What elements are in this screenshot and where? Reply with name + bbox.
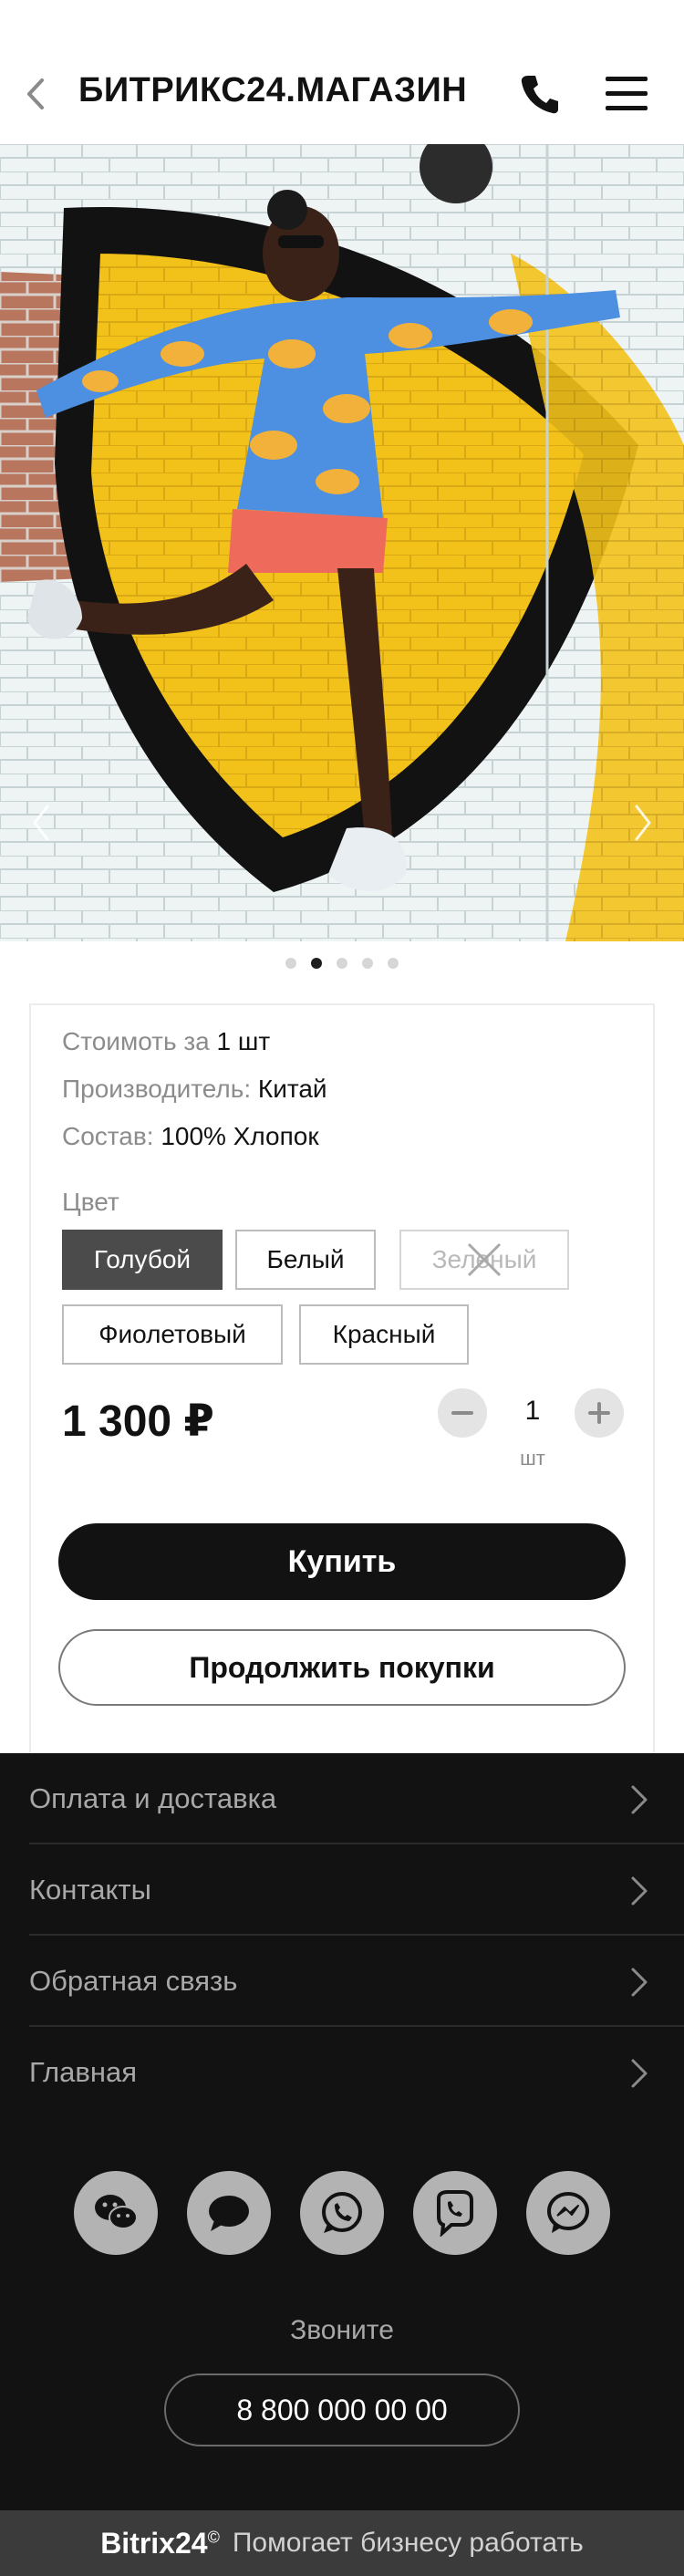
product-card: Стоимоть за 1 шт Производитель: Китай Со… [29,1003,655,1755]
site-footer: Оплата и доставка Контакты Обратная связ… [0,1753,684,2510]
chat-bubble-icon[interactable] [187,2171,271,2255]
color-label: Цвет [62,1188,119,1216]
bitrix24-logo-text: Bitrix24 [100,2526,208,2560]
footer-nav-home[interactable]: Главная [29,2027,684,2118]
color-option-label: Фиолетовый [98,1320,246,1348]
gallery-dot-active[interactable] [311,958,322,969]
unavailable-cross-icon [467,1242,502,1277]
whatsapp-icon[interactable] [300,2171,384,2255]
viber-icon[interactable] [413,2171,497,2255]
call-label: Звоните [290,2315,394,2345]
chevron-left-icon[interactable] [24,77,49,111]
property-label: Стоимоть за [62,1027,210,1055]
property-value: 100% Хлопок [161,1122,319,1150]
powered-by-bar[interactable]: Bitrix24© Помогает бизнесу работать [0,2510,684,2576]
footer-nav-label: Оплата и доставка [29,1782,277,1814]
gallery-next-icon[interactable] [629,803,657,843]
product-photo [0,144,684,941]
phone-number-button[interactable]: 8 800 000 00 00 [164,2373,520,2446]
color-option-blue[interactable]: Голубой [62,1230,223,1290]
gallery-dot[interactable] [362,958,373,969]
quantity-increase-button[interactable] [575,1388,624,1438]
bitrix24-logo-mark: © [207,2527,220,2546]
quantity-value[interactable]: 1 [496,1396,569,1427]
brand-title[interactable]: БИТРИКС24.МАГАЗИН [78,71,467,110]
app-header: БИТРИКС24.МАГАЗИН [0,0,684,144]
hamburger-menu-icon[interactable] [606,75,648,111]
color-option-label: Белый [266,1245,345,1273]
gallery-dot[interactable] [285,958,296,969]
bitrix24-logo: Bitrix24© [100,2527,220,2560]
property-label: Состав: [62,1122,154,1150]
phone-icon[interactable] [520,73,560,115]
property-value: 1 шт [216,1027,271,1055]
product-gallery[interactable] [0,144,684,941]
gallery-prev-icon[interactable] [27,803,55,843]
chevron-right-icon [631,1785,648,1814]
powered-by-text: Помогает бизнесу работать [232,2528,584,2558]
buy-button[interactable]: Купить [58,1523,626,1600]
color-option-green[interactable]: Зеленый [399,1230,569,1290]
footer-nav-label: Обратная связь [29,1965,238,1997]
chevron-right-icon [631,1968,648,1997]
chevron-right-icon [631,2059,648,2088]
continue-shopping-button[interactable]: Продолжить покупки [58,1629,626,1706]
color-option-red[interactable]: Красный [299,1304,469,1365]
property-value: Китай [257,1075,327,1103]
chevron-right-icon [631,1876,648,1906]
quantity-unit: шт [520,1447,545,1470]
messenger-icon[interactable] [526,2171,610,2255]
color-option-label: Красный [332,1320,436,1348]
color-option-label: Голубой [93,1245,192,1273]
footer-nav-contacts[interactable]: Контакты [29,1844,684,1936]
property-manufacturer: Производитель: Китай [62,1075,327,1104]
property-label: Производитель: [62,1075,252,1103]
wechat-icon[interactable] [74,2171,158,2255]
footer-nav-label: Главная [29,2056,137,2088]
footer-nav-payment-delivery[interactable]: Оплата и доставка [29,1753,684,1844]
property-price-unit: Стоимоть за 1 шт [62,1027,270,1056]
property-composition: Состав: 100% Хлопок [62,1122,319,1151]
product-price: 1 300 ₽ [62,1397,214,1446]
footer-nav-label: Контакты [29,1874,151,1906]
quantity-decrease-button[interactable] [438,1388,487,1438]
color-option-purple[interactable]: Фиолетовый [62,1304,283,1365]
gallery-pagination [0,958,684,976]
gallery-dot[interactable] [388,958,399,969]
color-option-white[interactable]: Белый [235,1230,376,1290]
gallery-dot[interactable] [337,958,347,969]
footer-nav-feedback[interactable]: Обратная связь [29,1936,684,2027]
